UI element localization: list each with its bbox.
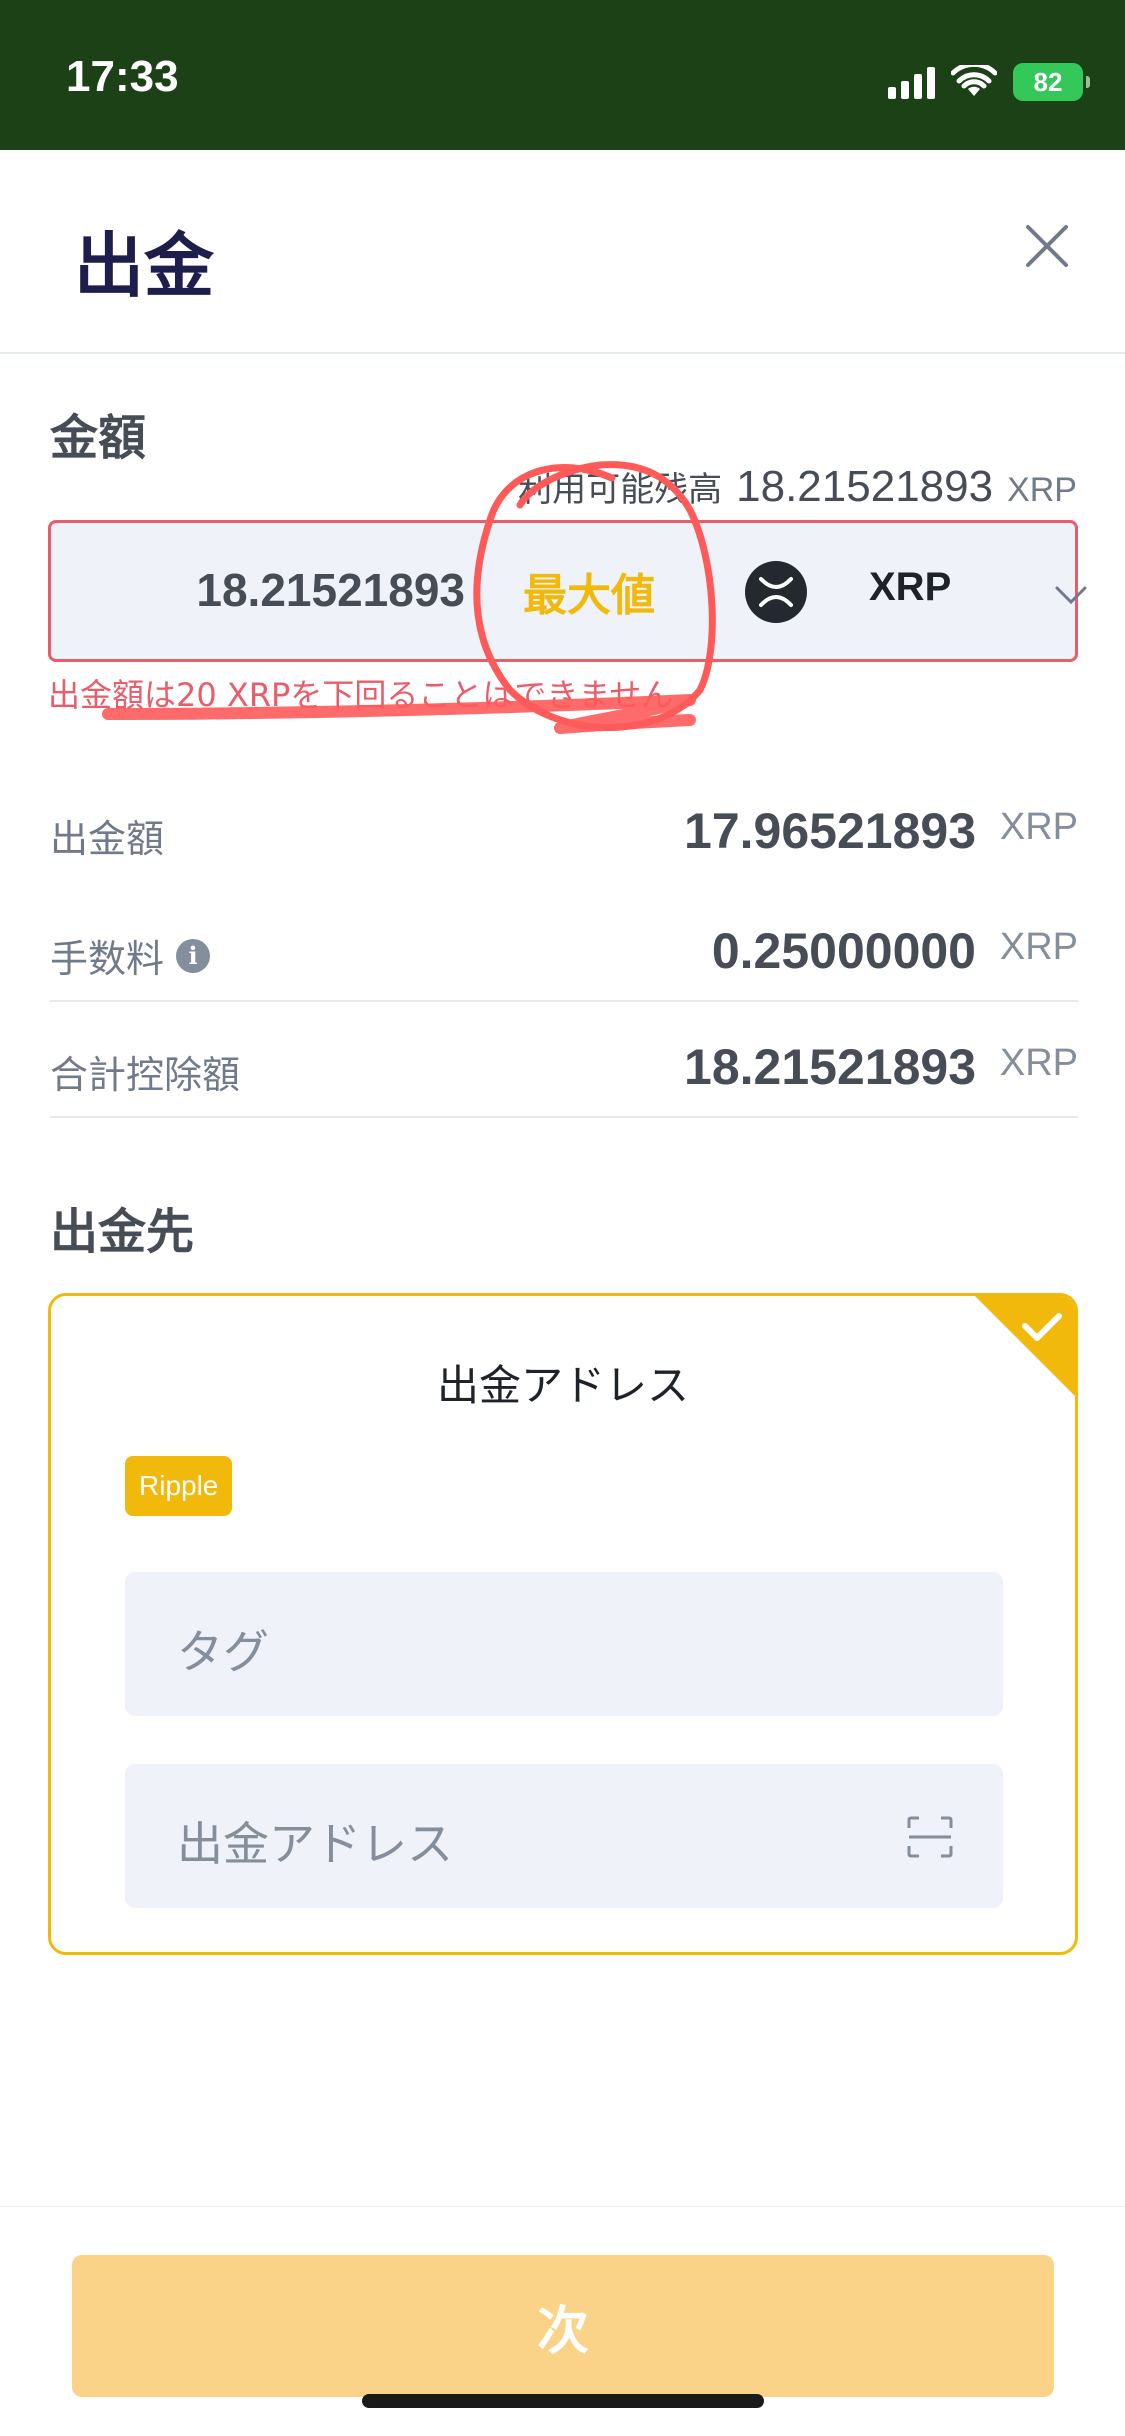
summary-value: 0.25000000 [711,923,976,979]
available-balance: 利用可能残高 18.21521893 XRP [518,462,1077,512]
summary-label-text: 出金額 [50,817,165,861]
summary-unit: XRP [999,806,1078,848]
summary-unit: XRP [999,1042,1078,1084]
summary-row-total: 合計控除額 18.21521893 XRP [50,1018,1078,1118]
withdraw-screen: 17:33 82 出金 金額 利用可能残高 18.21521893 XRP 18… [0,0,1125,2436]
status-icons: 82 [888,60,1090,104]
info-icon[interactable]: i [176,938,211,973]
destination-section-label: 出金先 [50,1204,195,1260]
summary-label-text: 手数料 [50,937,165,981]
status-bar: 17:33 82 [0,0,1125,150]
summary-label-text: 合計控除額 [50,1053,241,1097]
close-icon [1026,225,1068,267]
network-badge: Ripple [125,1456,233,1516]
battery-level: 82 [1033,66,1063,97]
destination-card-title: 出金アドレス [436,1361,689,1410]
amount-input[interactable]: 18.21521893 [196,563,465,617]
page-title: 出金 [74,225,214,307]
summary-label: 出金額 [50,808,164,863]
available-balance-label: 利用可能残高 [518,470,723,510]
address-input[interactable]: 出金アドレス [125,1764,1003,1908]
max-button[interactable]: 最大値 [523,559,655,623]
summary-label: 合計控除額 [50,1044,240,1099]
close-button[interactable] [1017,216,1077,276]
signal-icon [888,65,935,99]
summary-row-fee: 手数料 i 0.25000000 XRP [50,902,1078,1002]
summary-value: 18.21521893 [684,1039,976,1095]
amount-input-box[interactable]: 18.21521893 最大値 XRP [48,520,1087,662]
summary-value: 17.96521893 [684,803,976,859]
home-indicator [362,2394,764,2408]
xrp-icon [745,561,807,623]
tag-input-placeholder: タグ [177,1625,269,1679]
summary-row-withdraw-amount: 出金額 17.96521893 XRP [50,782,1078,882]
address-input-placeholder: 出金アドレス [177,1817,453,1871]
amount-error-message: 出金額は20 XRPを下回ることはできません [48,676,674,714]
summary-label: 手数料 i [50,928,211,983]
chevron-down-icon[interactable] [1051,575,1091,615]
summary-unit: XRP [999,926,1078,968]
next-button[interactable]: 次 [72,2255,1054,2397]
available-balance-value: 18.21521893 [736,462,994,511]
header: 出金 [0,150,1125,354]
wifi-icon [951,65,997,96]
destination-card[interactable]: 出金アドレス Ripple タグ 出金アドレス [48,1293,1078,1955]
scan-icon[interactable] [907,1816,953,1858]
coin-selector[interactable]: XRP [869,565,951,610]
status-time: 17:33 [66,52,179,101]
battery-icon: 82 [1013,63,1090,101]
amount-section-label: 金額 [50,410,147,466]
available-balance-unit: XRP [1007,471,1077,509]
tag-input[interactable]: タグ [125,1572,1003,1716]
